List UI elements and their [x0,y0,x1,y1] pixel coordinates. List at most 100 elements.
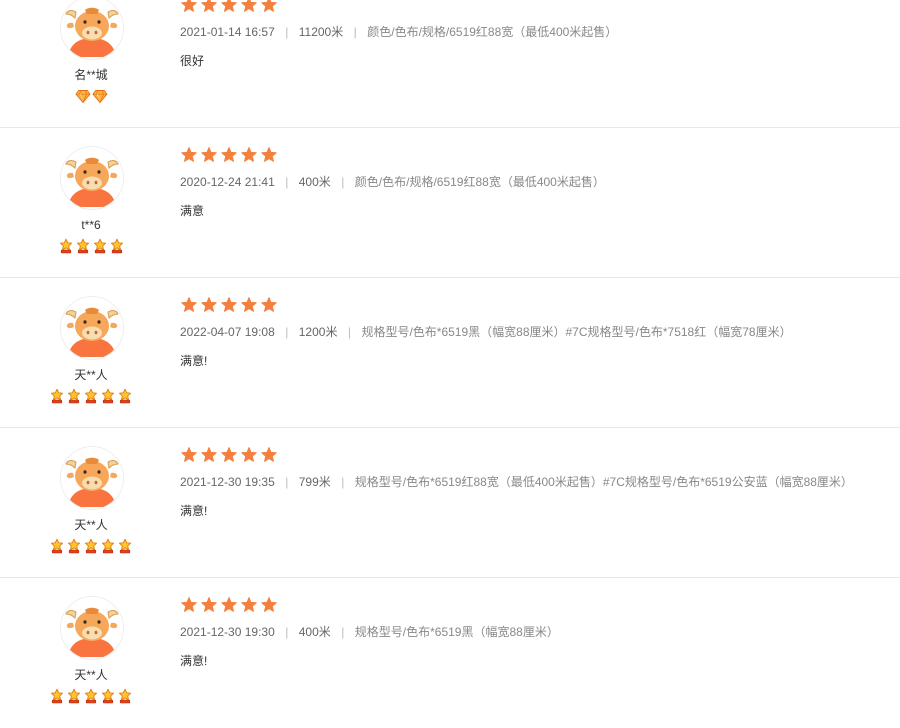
review-content: 2021-12-30 19:35 | 799米 | 规格型号/色布*6519红88宽（最… [180,428,880,578]
review-item: 天**人 2022-04-07 19:08 | 1200米 | 规格型号/色布*6519… [0,278,900,428]
review-content: 2021-01-14 16:57 | 11200米 | 颜色/色布/规格/6519红88… [180,0,880,128]
crown-icon [66,388,82,404]
star-icon [200,446,218,464]
diamond-icon [92,88,108,104]
reviewer-level [40,688,142,706]
reviewer-level [40,88,142,106]
separator: | [285,325,289,339]
purchase-quantity: 400米 [298,625,331,639]
review-item: 名**城 2021-01-14 16:57 | 11200米 | 颜色/色布/规格/65… [0,0,900,128]
review-date: 2021-12-30 19:30 [180,625,275,639]
reviewer-info: 天**人 [40,578,142,728]
avatar[interactable] [60,0,124,60]
separator: | [341,175,345,189]
review-meta: 2020-12-24 21:41 | 400米 | 颜色/色布/规格/6519红88宽（… [180,175,605,189]
avatar[interactable] [60,146,124,210]
reviewer-level [40,238,142,256]
crown-icon [117,688,133,704]
review-content: 2022-04-07 19:08 | 1200米 | 规格型号/色布*6519黑（幅宽8… [180,278,880,428]
reviewer-info: 名**城 [40,0,142,128]
separator: | [285,175,289,189]
purchase-spec: 规格型号/色布*6519黑（幅宽88厘米） [354,625,559,639]
review-item: t**6 2020-12-24 21:41 | 400米 | 颜色/色布/规格/6519… [0,128,900,278]
review-meta: 2021-12-30 19:30 | 400米 | 规格型号/色布*6519黑（幅宽88… [180,625,559,639]
crown-icon [49,538,65,554]
purchase-spec: 颜色/色布/规格/6519红88宽（最低400米起售） [367,25,618,39]
diamond-icon [75,88,91,104]
reviewer-name: 名**城 [74,68,108,82]
avatar[interactable] [60,296,124,360]
star-icon [260,0,278,14]
star-icon [240,446,258,464]
reviewer-info: 天**人 [40,278,142,428]
crown-icon [100,538,116,554]
star-icon [200,146,218,164]
crown-icon [75,238,91,254]
star-icon [180,596,198,614]
review-comment: 很好 [180,54,205,68]
review-comment: 满意! [180,354,208,368]
crown-icon [100,388,116,404]
star-icon [200,296,218,314]
review-date: 2021-01-14 16:57 [180,25,275,39]
crown-icon [66,538,82,554]
reviewer-name: 天**人 [74,518,108,532]
purchase-quantity: 799米 [298,475,331,489]
star-icon [180,0,198,14]
star-icon [220,0,238,14]
reviewer-info: t**6 [40,128,142,278]
star-icon [240,596,258,614]
review-item: 天**人 2021-12-30 19:30 | 400米 | 规格型号/色布*6519黑… [0,578,900,728]
crown-icon [49,388,65,404]
star-icon [180,446,198,464]
review-content: 2020-12-24 21:41 | 400米 | 颜色/色布/规格/6519红88宽（… [180,128,880,278]
review-meta: 2021-01-14 16:57 | 11200米 | 颜色/色布/规格/6519红88… [180,25,617,39]
crown-icon [83,688,99,704]
crown-icon [66,688,82,704]
star-icon [220,146,238,164]
avatar[interactable] [60,596,124,660]
star-icon [240,296,258,314]
avatar[interactable] [60,446,124,510]
star-icon [220,296,238,314]
review-comment: 满意! [180,654,208,668]
review-meta: 2022-04-07 19:08 | 1200米 | 规格型号/色布*6519黑（幅宽8… [180,325,792,339]
reviewer-name: 天**人 [74,668,108,682]
star-icon [180,296,198,314]
reviewer-name: t**6 [81,218,101,232]
review-date: 2020-12-24 21:41 [180,175,275,189]
star-rating [180,296,280,314]
review-content: 2021-12-30 19:30 | 400米 | 规格型号/色布*6519黑（幅宽88… [180,578,880,728]
star-rating [180,0,280,14]
star-icon [200,596,218,614]
star-icon [240,0,258,14]
star-rating [180,446,280,464]
review-item: 天**人 2021-12-30 19:35 | 799米 | 规格型号/色布*6519红… [0,428,900,578]
purchase-spec: 颜色/色布/规格/6519红88宽（最低400米起售） [354,175,605,189]
review-comment: 满意! [180,504,208,518]
reviewer-level [40,388,142,406]
separator: | [341,475,345,489]
crown-icon [100,688,116,704]
reviewer-info: 天**人 [40,428,142,578]
separator: | [341,625,345,639]
separator: | [347,325,352,339]
purchase-spec: 规格型号/色布*6519黑（幅宽88厘米）#7C规格型号/色布*7518红（幅宽… [361,325,792,339]
star-icon [220,446,238,464]
star-icon [260,596,278,614]
separator: | [285,625,289,639]
crown-icon [117,538,133,554]
review-date: 2021-12-30 19:35 [180,475,275,489]
review-comment: 满意 [180,204,205,218]
crown-icon [117,388,133,404]
crown-icon [83,388,99,404]
separator: | [285,25,289,39]
star-rating [180,146,280,164]
review-meta: 2021-12-30 19:35 | 799米 | 规格型号/色布*6519红88宽（最… [180,475,853,489]
crown-icon [109,238,125,254]
reviewer-name: 天**人 [74,368,108,382]
star-icon [200,0,218,14]
purchase-quantity: 400米 [298,175,331,189]
star-icon [260,446,278,464]
review-date: 2022-04-07 19:08 [180,325,275,339]
